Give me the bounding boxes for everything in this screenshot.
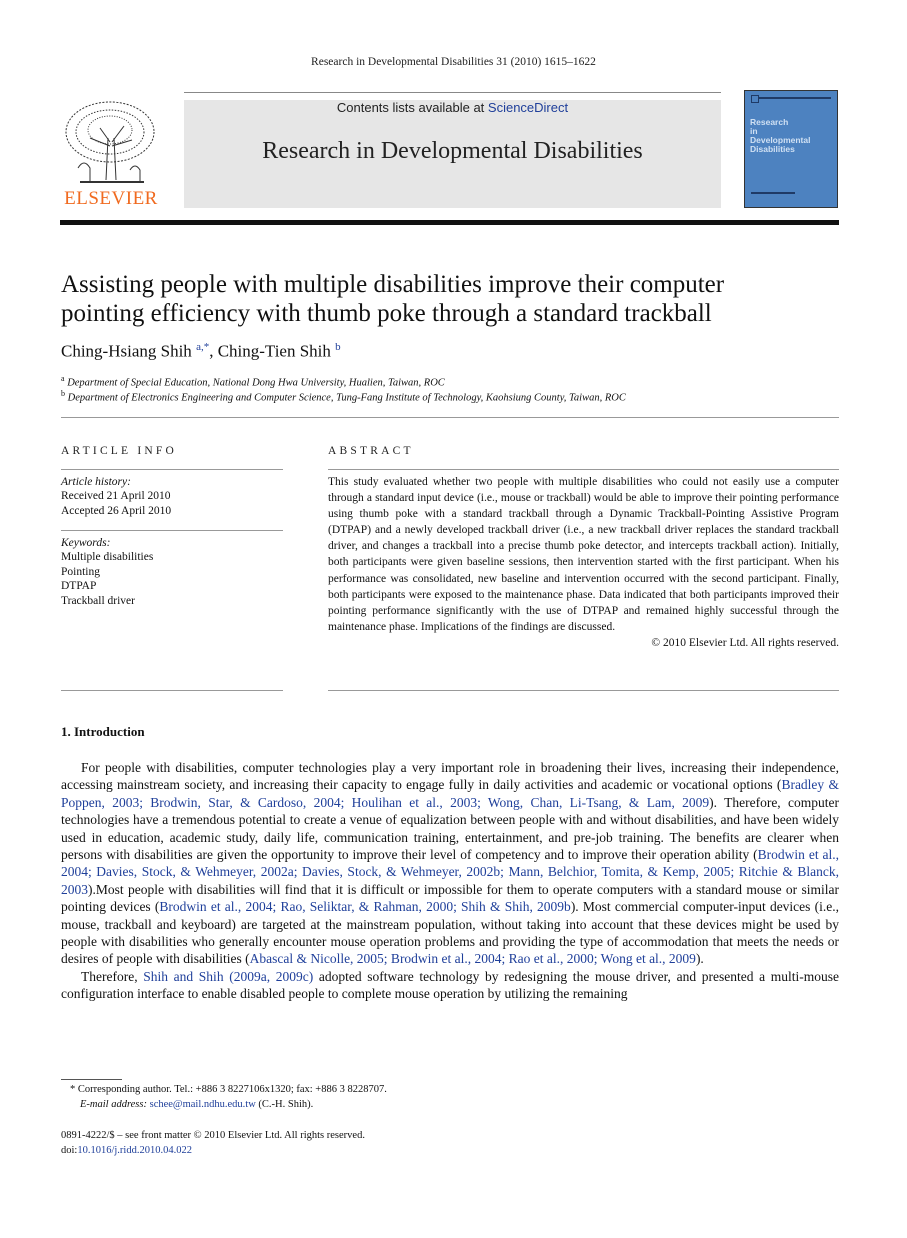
article-history: Article history: Received 21 April 2010 … — [61, 475, 283, 518]
contents-line: Contents lists available at ScienceDirec… — [184, 100, 721, 115]
author-list: Ching-Hsiang Shih a,*, Ching-Tien Shih b — [61, 341, 341, 362]
header-rule — [184, 92, 721, 93]
journal-cover: Research in Developmental Disabilities — [744, 90, 838, 208]
introduction-body: For people with disabilities, computer t… — [61, 759, 839, 1003]
citation-link[interactable]: Abascal & Nicolle, 2005; Brodwin et al.,… — [250, 951, 696, 966]
keyword: DTPAP — [61, 580, 97, 593]
title-line: pointing efficiency with thumb poke thro… — [61, 300, 712, 327]
citation-link[interactable]: Shih and Shih (2009a, 2009c) — [143, 969, 313, 984]
author-name: Ching-Tien Shih — [217, 341, 331, 361]
paragraph-text: For people with disabilities, computer t… — [61, 760, 839, 793]
author-name: Ching-Hsiang Shih — [61, 341, 192, 361]
article-title: Assisting people with multiple disabilit… — [61, 270, 841, 328]
email-link[interactable]: schee@mail.ndhu.edu.tw — [150, 1099, 256, 1110]
divider — [61, 469, 283, 470]
abstract-body: This study evaluated whether two people … — [328, 474, 839, 651]
keyword: Trackball driver — [61, 594, 135, 607]
cover-title-line: Research — [750, 117, 789, 127]
affiliation: a Department of Special Education, Natio… — [61, 374, 445, 389]
cover-bar — [759, 97, 831, 99]
running-head: Research in Developmental Disabilities 3… — [311, 56, 596, 68]
divider — [61, 690, 283, 691]
keywords: Keywords: Multiple disabilities Pointing… — [61, 536, 283, 608]
doi-line: doi:10.1016/j.ridd.2010.04.022 — [61, 1143, 192, 1158]
keyword: Multiple disabilities — [61, 551, 154, 564]
abstract-copyright: © 2010 Elsevier Ltd. All rights reserved… — [651, 636, 839, 649]
cover-bar — [751, 192, 795, 194]
cover-logo-icon — [751, 95, 759, 103]
cover-title-line: Disabilities — [750, 144, 795, 154]
elsevier-logo: ELSEVIER — [60, 98, 162, 210]
cover-title: Research in Developmental Disabilities — [750, 118, 810, 154]
affiliation-marker: a — [61, 374, 65, 383]
author-separator: , — [209, 341, 218, 361]
doi-link[interactable]: 10.1016/j.ridd.2010.04.022 — [77, 1145, 192, 1156]
abstract-text: This study evaluated whether two people … — [328, 476, 839, 633]
author-affiliation-marker[interactable]: a,* — [196, 341, 209, 353]
history-label: Article history: — [61, 476, 131, 488]
section-heading-introduction: 1. Introduction — [61, 724, 145, 739]
affiliation-marker: b — [61, 389, 65, 398]
journal-banner: Contents lists available at ScienceDirec… — [184, 100, 721, 208]
contents-prefix: Contents lists available at — [336, 100, 488, 115]
affiliation: b Department of Electronics Engineering … — [61, 389, 626, 404]
keyword: Pointing — [61, 565, 100, 578]
journal-title: Research in Developmental Disabilities — [262, 138, 643, 164]
affiliation-text: Department of Special Education, Nationa… — [67, 377, 445, 389]
citation-link[interactable]: Brodwin et al., 2004; Rao, Seliktar, & R… — [159, 899, 570, 914]
divider — [61, 530, 283, 531]
article-info-heading: ARTICLE INFO — [61, 445, 177, 457]
divider — [61, 417, 839, 418]
publisher-logo-text: ELSEVIER — [64, 188, 158, 209]
paragraph: For people with disabilities, computer t… — [61, 759, 839, 968]
doi-label: doi: — [61, 1145, 78, 1156]
footnote-corresponding: * Corresponding author. Tel.: +886 3 822… — [70, 1084, 387, 1095]
email-label: E-mail address: — [80, 1099, 150, 1110]
affiliation-text: Department of Electronics Engineering an… — [67, 392, 626, 404]
footnote-email: E-mail address: schee@mail.ndhu.edu.tw (… — [80, 1097, 313, 1112]
header-divider — [60, 220, 839, 225]
author-affiliation-marker[interactable]: b — [335, 341, 341, 353]
footnote-rule — [61, 1079, 122, 1080]
keywords-label: Keywords: — [61, 537, 111, 549]
tree-icon — [65, 101, 155, 183]
received-date: Received 21 April 2010 — [61, 490, 171, 503]
divider — [328, 469, 839, 470]
paragraph: Therefore, Shih and Shih (2009a, 2009c) … — [61, 968, 839, 1003]
paragraph-text: ). — [695, 951, 704, 967]
sciencedirect-link[interactable]: ScienceDirect — [488, 100, 568, 115]
issn-line: 0891-4222/$ – see front matter © 2010 El… — [61, 1130, 365, 1141]
title-line: Assisting people with multiple disabilit… — [61, 271, 725, 298]
paragraph-text: Therefore, — [81, 968, 144, 984]
abstract-heading: ABSTRACT — [328, 445, 414, 457]
email-suffix: (C.-H. Shih). — [255, 1099, 314, 1110]
accepted-date: Accepted 26 April 2010 — [61, 504, 172, 517]
divider — [328, 690, 839, 691]
